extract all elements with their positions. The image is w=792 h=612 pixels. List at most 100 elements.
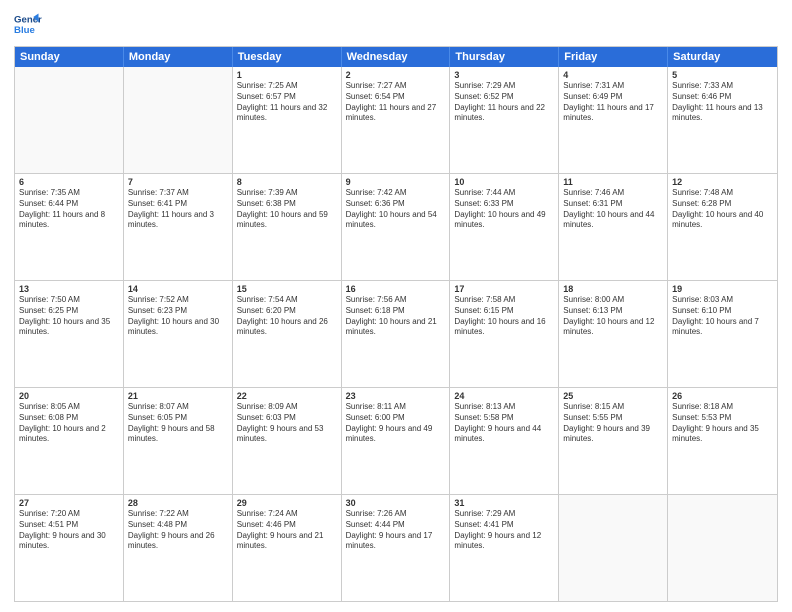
calendar-cell-day-2: 2Sunrise: 7:27 AMSunset: 6:54 PMDaylight… — [342, 67, 451, 173]
cell-sun-info: Sunrise: 7:48 AMSunset: 6:28 PMDaylight:… — [672, 188, 773, 231]
header-cell-tuesday: Tuesday — [233, 47, 342, 67]
calendar-cell-empty — [668, 495, 777, 601]
header-cell-saturday: Saturday — [668, 47, 777, 67]
calendar-cell-day-29: 29Sunrise: 7:24 AMSunset: 4:46 PMDayligh… — [233, 495, 342, 601]
calendar-cell-day-13: 13Sunrise: 7:50 AMSunset: 6:25 PMDayligh… — [15, 281, 124, 387]
day-number: 17 — [454, 284, 554, 294]
day-number: 19 — [672, 284, 773, 294]
calendar-cell-day-10: 10Sunrise: 7:44 AMSunset: 6:33 PMDayligh… — [450, 174, 559, 280]
cell-sun-info: Sunrise: 7:52 AMSunset: 6:23 PMDaylight:… — [128, 295, 228, 338]
day-number: 21 — [128, 391, 228, 401]
cell-sun-info: Sunrise: 7:42 AMSunset: 6:36 PMDaylight:… — [346, 188, 446, 231]
calendar-cell-day-12: 12Sunrise: 7:48 AMSunset: 6:28 PMDayligh… — [668, 174, 777, 280]
header-cell-wednesday: Wednesday — [342, 47, 451, 67]
day-number: 14 — [128, 284, 228, 294]
svg-text:Blue: Blue — [14, 25, 35, 36]
header-cell-sunday: Sunday — [15, 47, 124, 67]
calendar-cell-day-3: 3Sunrise: 7:29 AMSunset: 6:52 PMDaylight… — [450, 67, 559, 173]
cell-sun-info: Sunrise: 7:20 AMSunset: 4:51 PMDaylight:… — [19, 509, 119, 552]
cell-sun-info: Sunrise: 7:50 AMSunset: 6:25 PMDaylight:… — [19, 295, 119, 338]
calendar-cell-day-23: 23Sunrise: 8:11 AMSunset: 6:00 PMDayligh… — [342, 388, 451, 494]
cell-sun-info: Sunrise: 8:15 AMSunset: 5:55 PMDaylight:… — [563, 402, 663, 445]
cell-sun-info: Sunrise: 7:44 AMSunset: 6:33 PMDaylight:… — [454, 188, 554, 231]
day-number: 31 — [454, 498, 554, 508]
day-number: 18 — [563, 284, 663, 294]
header-cell-friday: Friday — [559, 47, 668, 67]
cell-sun-info: Sunrise: 7:58 AMSunset: 6:15 PMDaylight:… — [454, 295, 554, 338]
day-number: 5 — [672, 70, 773, 80]
calendar-cell-day-4: 4Sunrise: 7:31 AMSunset: 6:49 PMDaylight… — [559, 67, 668, 173]
cell-sun-info: Sunrise: 8:18 AMSunset: 5:53 PMDaylight:… — [672, 402, 773, 445]
day-number: 27 — [19, 498, 119, 508]
cell-sun-info: Sunrise: 7:33 AMSunset: 6:46 PMDaylight:… — [672, 81, 773, 124]
calendar-week-5: 27Sunrise: 7:20 AMSunset: 4:51 PMDayligh… — [15, 494, 777, 601]
calendar-week-3: 13Sunrise: 7:50 AMSunset: 6:25 PMDayligh… — [15, 280, 777, 387]
calendar-cell-day-26: 26Sunrise: 8:18 AMSunset: 5:53 PMDayligh… — [668, 388, 777, 494]
header-cell-thursday: Thursday — [450, 47, 559, 67]
cell-sun-info: Sunrise: 7:56 AMSunset: 6:18 PMDaylight:… — [346, 295, 446, 338]
calendar-cell-day-20: 20Sunrise: 8:05 AMSunset: 6:08 PMDayligh… — [15, 388, 124, 494]
day-number: 12 — [672, 177, 773, 187]
calendar-cell-day-14: 14Sunrise: 7:52 AMSunset: 6:23 PMDayligh… — [124, 281, 233, 387]
calendar-cell-day-19: 19Sunrise: 8:03 AMSunset: 6:10 PMDayligh… — [668, 281, 777, 387]
day-number: 7 — [128, 177, 228, 187]
day-number: 4 — [563, 70, 663, 80]
day-number: 2 — [346, 70, 446, 80]
calendar-cell-day-18: 18Sunrise: 8:00 AMSunset: 6:13 PMDayligh… — [559, 281, 668, 387]
calendar-cell-empty — [15, 67, 124, 173]
logo-icon: General Blue — [14, 10, 42, 38]
day-number: 9 — [346, 177, 446, 187]
calendar-cell-empty — [559, 495, 668, 601]
calendar-cell-day-30: 30Sunrise: 7:26 AMSunset: 4:44 PMDayligh… — [342, 495, 451, 601]
calendar-cell-day-16: 16Sunrise: 7:56 AMSunset: 6:18 PMDayligh… — [342, 281, 451, 387]
day-number: 26 — [672, 391, 773, 401]
cell-sun-info: Sunrise: 8:07 AMSunset: 6:05 PMDaylight:… — [128, 402, 228, 445]
day-number: 25 — [563, 391, 663, 401]
cell-sun-info: Sunrise: 7:46 AMSunset: 6:31 PMDaylight:… — [563, 188, 663, 231]
calendar-cell-day-25: 25Sunrise: 8:15 AMSunset: 5:55 PMDayligh… — [559, 388, 668, 494]
day-number: 30 — [346, 498, 446, 508]
day-number: 6 — [19, 177, 119, 187]
calendar-cell-day-15: 15Sunrise: 7:54 AMSunset: 6:20 PMDayligh… — [233, 281, 342, 387]
calendar-cell-day-17: 17Sunrise: 7:58 AMSunset: 6:15 PMDayligh… — [450, 281, 559, 387]
day-number: 22 — [237, 391, 337, 401]
header-cell-monday: Monday — [124, 47, 233, 67]
cell-sun-info: Sunrise: 8:09 AMSunset: 6:03 PMDaylight:… — [237, 402, 337, 445]
calendar-cell-day-11: 11Sunrise: 7:46 AMSunset: 6:31 PMDayligh… — [559, 174, 668, 280]
calendar-header-row: SundayMondayTuesdayWednesdayThursdayFrid… — [15, 47, 777, 67]
page: General Blue SundayMondayTuesdayWednesda… — [0, 0, 792, 612]
calendar-week-4: 20Sunrise: 8:05 AMSunset: 6:08 PMDayligh… — [15, 387, 777, 494]
day-number: 29 — [237, 498, 337, 508]
calendar-week-2: 6Sunrise: 7:35 AMSunset: 6:44 PMDaylight… — [15, 173, 777, 280]
cell-sun-info: Sunrise: 7:24 AMSunset: 4:46 PMDaylight:… — [237, 509, 337, 552]
day-number: 8 — [237, 177, 337, 187]
day-number: 13 — [19, 284, 119, 294]
cell-sun-info: Sunrise: 8:03 AMSunset: 6:10 PMDaylight:… — [672, 295, 773, 338]
day-number: 20 — [19, 391, 119, 401]
calendar-cell-day-5: 5Sunrise: 7:33 AMSunset: 6:46 PMDaylight… — [668, 67, 777, 173]
cell-sun-info: Sunrise: 7:25 AMSunset: 6:57 PMDaylight:… — [237, 81, 337, 124]
day-number: 23 — [346, 391, 446, 401]
calendar-cell-day-1: 1Sunrise: 7:25 AMSunset: 6:57 PMDaylight… — [233, 67, 342, 173]
calendar-cell-day-22: 22Sunrise: 8:09 AMSunset: 6:03 PMDayligh… — [233, 388, 342, 494]
calendar-cell-empty — [124, 67, 233, 173]
cell-sun-info: Sunrise: 8:05 AMSunset: 6:08 PMDaylight:… — [19, 402, 119, 445]
cell-sun-info: Sunrise: 7:39 AMSunset: 6:38 PMDaylight:… — [237, 188, 337, 231]
calendar-cell-day-6: 6Sunrise: 7:35 AMSunset: 6:44 PMDaylight… — [15, 174, 124, 280]
calendar: SundayMondayTuesdayWednesdayThursdayFrid… — [14, 46, 778, 602]
calendar-cell-day-7: 7Sunrise: 7:37 AMSunset: 6:41 PMDaylight… — [124, 174, 233, 280]
day-number: 11 — [563, 177, 663, 187]
cell-sun-info: Sunrise: 8:13 AMSunset: 5:58 PMDaylight:… — [454, 402, 554, 445]
day-number: 3 — [454, 70, 554, 80]
calendar-week-1: 1Sunrise: 7:25 AMSunset: 6:57 PMDaylight… — [15, 67, 777, 173]
cell-sun-info: Sunrise: 7:54 AMSunset: 6:20 PMDaylight:… — [237, 295, 337, 338]
calendar-cell-day-31: 31Sunrise: 7:29 AMSunset: 4:41 PMDayligh… — [450, 495, 559, 601]
cell-sun-info: Sunrise: 7:37 AMSunset: 6:41 PMDaylight:… — [128, 188, 228, 231]
cell-sun-info: Sunrise: 7:26 AMSunset: 4:44 PMDaylight:… — [346, 509, 446, 552]
logo: General Blue — [14, 10, 42, 38]
day-number: 1 — [237, 70, 337, 80]
day-number: 28 — [128, 498, 228, 508]
cell-sun-info: Sunrise: 7:29 AMSunset: 4:41 PMDaylight:… — [454, 509, 554, 552]
header: General Blue — [14, 10, 778, 38]
day-number: 10 — [454, 177, 554, 187]
